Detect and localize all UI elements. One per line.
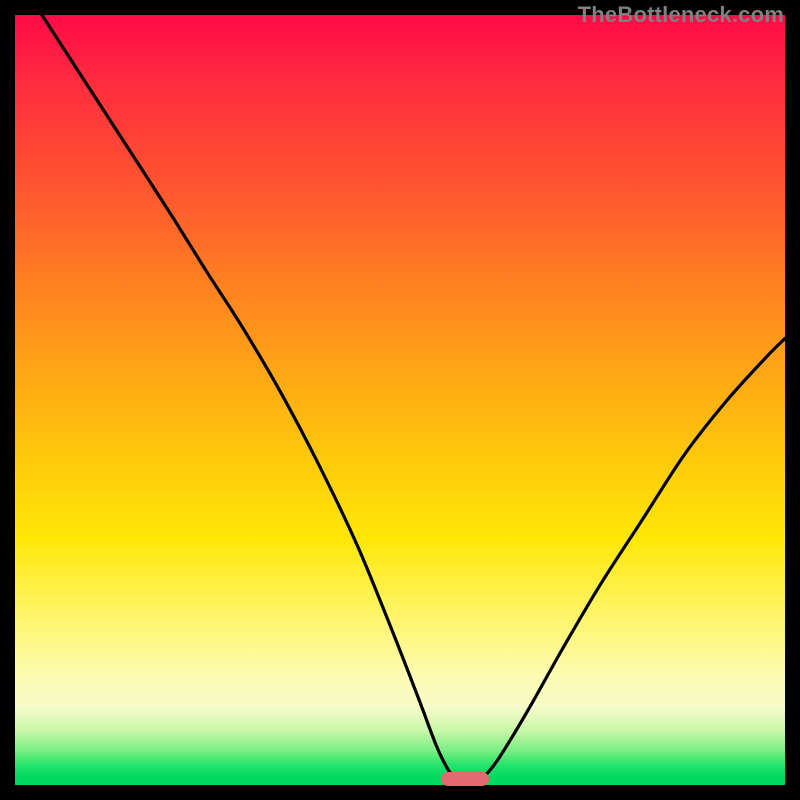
plot-area <box>15 15 785 785</box>
attribution-text: TheBottleneck.com <box>578 2 784 28</box>
chart-frame: TheBottleneck.com <box>0 0 800 800</box>
optimum-marker <box>441 772 489 786</box>
bottleneck-curve <box>15 15 785 785</box>
